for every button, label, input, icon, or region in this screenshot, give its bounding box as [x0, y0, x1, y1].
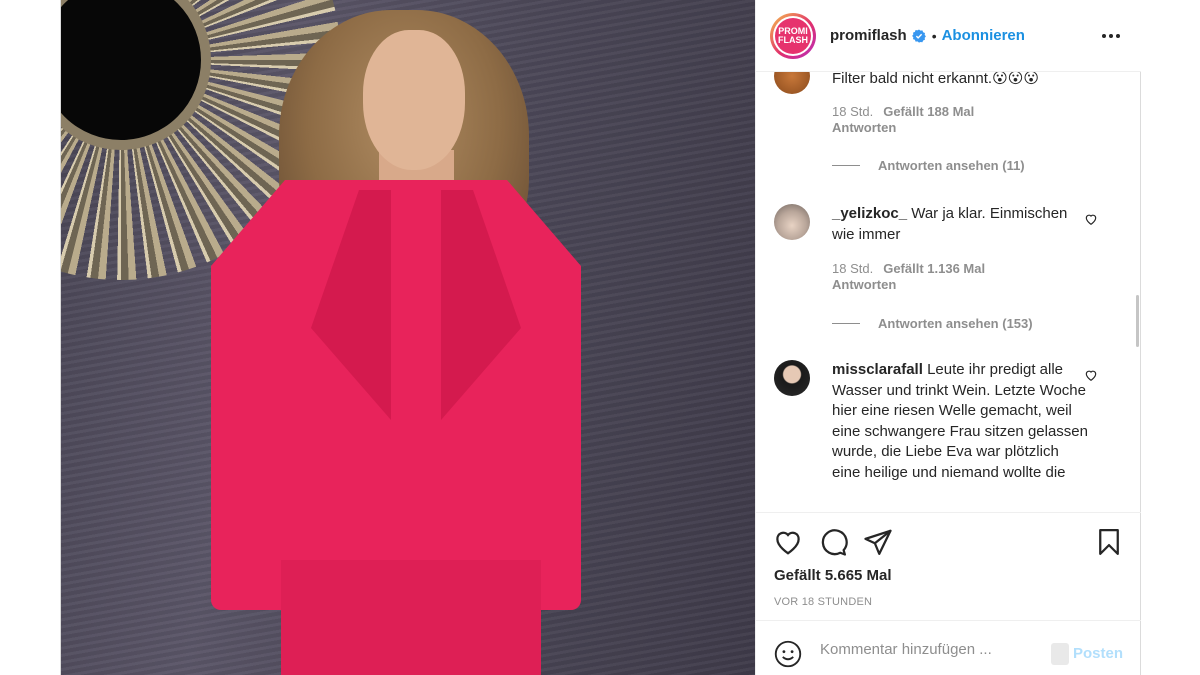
view-replies-line	[832, 165, 860, 166]
post-photo[interactable]	[61, 0, 755, 675]
view-replies-label: Antworten ansehen (153)	[878, 316, 1033, 331]
comment-like-icon[interactable]	[1084, 368, 1098, 382]
comment-time: 18 Std.	[832, 261, 874, 276]
comment-text-content: Filter bald nicht erkannt.	[832, 70, 993, 87]
bookmark-icon[interactable]	[1094, 527, 1124, 557]
view-replies-label: Antworten ansehen (11)	[878, 158, 1025, 173]
more-options-icon[interactable]	[1099, 24, 1123, 48]
account-username[interactable]: promiflash	[830, 27, 907, 44]
comment-likes[interactable]: Gefällt 188 Mal	[883, 104, 974, 119]
post-side-panel: PROMI FLASH promiflash • Abonnieren Filt…	[755, 0, 1141, 675]
comment-text: _yelizkoc_ War ja klar. Einmischen wie i…	[832, 204, 1088, 245]
account-avatar[interactable]: PROMI FLASH	[770, 12, 816, 59]
reply-button[interactable]: Antworten	[832, 277, 896, 292]
comment-meta: 18 Std. Gefällt 1.136 Mal	[832, 261, 985, 277]
verified-badge-icon	[911, 28, 926, 43]
reply-button[interactable]: Antworten	[832, 120, 896, 135]
comments-list[interactable]: Filter bald nicht erkannt.😮😮😮 18 Std. Gef…	[756, 60, 1141, 512]
view-replies-button[interactable]: Antworten ansehen (11)	[832, 158, 1025, 173]
comment-time: 18 Std.	[832, 104, 874, 119]
comment-bubble-icon[interactable]	[818, 527, 848, 557]
comment-meta: 18 Std. Gefällt 188 Mal	[832, 104, 974, 120]
follow-button[interactable]: Abonnieren	[942, 27, 1025, 44]
photo-pink-trousers	[281, 560, 541, 675]
logo-text-bottom: FLASH	[778, 34, 808, 45]
post-comment-button[interactable]: Posten	[1073, 645, 1123, 662]
smiley-icon[interactable]	[774, 640, 802, 668]
post-actions: Gefällt 5.665 Mal VOR 18 STUNDEN	[756, 512, 1141, 620]
heart-icon[interactable]	[773, 527, 803, 557]
view-replies-button[interactable]: Antworten ansehen (153)	[832, 316, 1033, 331]
photo-pink-jacket	[211, 180, 581, 610]
comment-like-icon[interactable]	[1084, 212, 1098, 226]
photo-face	[363, 30, 465, 170]
comment-username[interactable]: _yelizkoc_	[832, 205, 907, 222]
post-timestamp: VOR 18 STUNDEN	[774, 596, 873, 608]
add-comment-bar: Posten	[756, 620, 1141, 675]
comment-text: missclarafall Leute ihr predigt alle Was…	[832, 360, 1088, 483]
comment-likes[interactable]: Gefällt 1.136 Mal	[883, 261, 985, 276]
instagram-post-frame: PROMI FLASH promiflash • Abonnieren Filt…	[60, 0, 1141, 675]
paper-plane-icon[interactable]	[863, 527, 893, 557]
post-header: PROMI FLASH promiflash • Abonnieren	[756, 0, 1141, 72]
commenter-avatar[interactable]	[774, 360, 810, 396]
post-likes-count[interactable]: Gefällt 5.665 Mal	[774, 567, 892, 584]
comment-text-content: Leute ihr predigt alle Wasser und trinkt…	[832, 361, 1088, 481]
comment-username[interactable]: missclarafall	[832, 361, 923, 378]
comments-scrollbar[interactable]	[1136, 295, 1139, 347]
header-separator: •	[931, 27, 937, 44]
spinner-arrows-icon	[1051, 643, 1069, 665]
commenter-avatar[interactable]	[774, 204, 810, 240]
avatar-ring: PROMI FLASH	[773, 15, 813, 56]
comment-input[interactable]	[820, 641, 1040, 658]
view-replies-line	[832, 323, 860, 324]
promiflash-logo: PROMI FLASH	[775, 17, 811, 54]
